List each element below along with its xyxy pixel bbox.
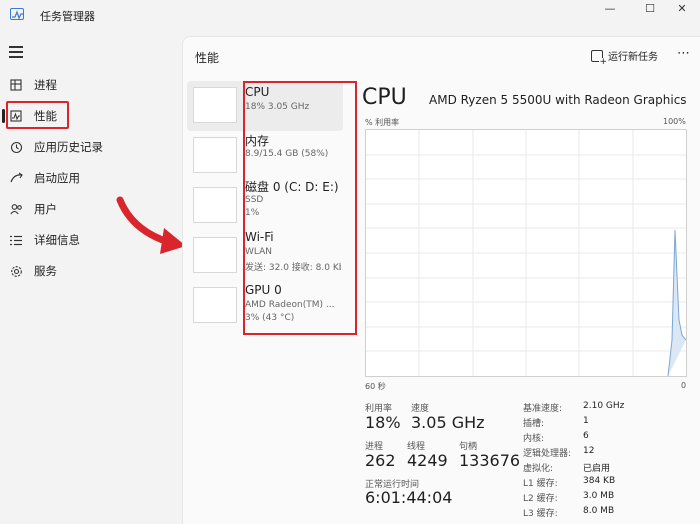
resource-name: Wi-Fi (245, 230, 274, 244)
active-item-highlight-box (6, 101, 69, 129)
spec-label: 虚拟化: (523, 464, 554, 474)
title-bar: 任务管理器 — ☐ ✕ (0, 0, 700, 32)
window-title: 任务管理器 (40, 10, 95, 23)
resource-name: 内存 (245, 134, 270, 148)
stat-value: 4249 (407, 451, 448, 470)
sidebar-item-label: 用户 (34, 202, 57, 216)
sidebar-item-app-history[interactable]: 应用历史记录 (0, 133, 182, 161)
run-task-label: 运行新任务 (608, 52, 658, 63)
spec-label: 基准速度: (523, 404, 563, 414)
hamburger-menu-icon[interactable] (9, 46, 23, 58)
spec-value: 384 KB (583, 476, 616, 486)
spec-label: L1 缓存: (523, 479, 558, 489)
sidebar-item-processes[interactable]: 进程 (0, 71, 182, 99)
processes-icon (9, 78, 23, 92)
more-options-button[interactable]: ⋯ (677, 46, 690, 61)
spec-label: 内核: (523, 434, 545, 444)
graph-max-label: 100% (663, 117, 686, 126)
resource-sub: 3% (43 °C) (245, 313, 295, 323)
spec-value: 1 (583, 416, 589, 426)
spec-value: 已启用 (583, 464, 611, 474)
resource-sub: WLAN (245, 247, 273, 257)
page-title: 性能 (195, 51, 220, 65)
task-manager-logo-icon (10, 8, 24, 20)
spec-label: L2 缓存: (523, 494, 558, 504)
sidebar-item-label: 应用历史记录 (34, 140, 103, 154)
resource-name: 磁盘 0 (C: D: E:) (245, 180, 339, 194)
sidebar-item-label: 进程 (34, 78, 57, 92)
spec-value: 6 (583, 431, 589, 441)
sidebar-item-label: 详细信息 (34, 233, 80, 247)
run-new-task-button[interactable]: 运行新任务 (591, 48, 658, 66)
resource-sub: 18% 3.05 GHz (245, 102, 310, 112)
main-panel: 性能 运行新任务 ⋯ CPU 18% 3.05 GHz 内存 8.9/15.4 … (182, 36, 700, 524)
gpu-thumbnail-graph (193, 287, 237, 323)
resource-sub: 发送: 32.0 接收: 8.0 Kb (245, 263, 341, 273)
maximize-button[interactable]: ☐ (632, 0, 668, 16)
spec-value: 2.10 GHz (583, 401, 625, 411)
close-button[interactable]: ✕ (664, 0, 700, 16)
sidebar-item-label: 启动应用 (34, 171, 80, 185)
memory-thumbnail-graph (193, 137, 237, 173)
resource-sub: AMD Radeon(TM) ... (245, 300, 335, 310)
spec-label: L3 缓存: (523, 509, 558, 519)
cpu-utilization-graph (365, 129, 687, 377)
resource-name: GPU 0 (245, 283, 282, 297)
minimize-button[interactable]: — (592, 0, 628, 16)
resource-sub: 1% (245, 208, 260, 218)
cpu-model-name: AMD Ryzen 5 5500U with Radeon Graphics (429, 93, 687, 107)
resource-name: CPU (245, 85, 270, 99)
new-task-icon (591, 49, 607, 66)
sidebar-item-label: 服务 (34, 264, 57, 278)
stat-value: 133676 (459, 451, 521, 470)
services-icon (9, 264, 23, 278)
startup-icon (9, 171, 23, 185)
details-icon (9, 233, 23, 247)
spec-value: 8.0 MB (583, 506, 615, 516)
spec-label: 逻辑处理器: (523, 449, 572, 459)
spec-value: 3.0 MB (583, 491, 615, 501)
spec-label: 插槽: (523, 419, 545, 429)
wifi-thumbnail-graph (193, 237, 237, 273)
spec-value: 12 (583, 446, 595, 456)
resource-sub: 8.9/15.4 GB (58%) (245, 149, 329, 159)
graph-y-label: % 利用率 (365, 118, 400, 127)
red-arrow-annotation (116, 196, 186, 254)
resource-sub: SSD (245, 195, 264, 205)
graph-time-right: 0 (681, 381, 687, 390)
sidebar-item-services[interactable]: 服务 (0, 257, 182, 285)
graph-time-left: 60 秒 (365, 382, 386, 391)
stat-value: 3.05 GHz (411, 413, 485, 432)
users-icon (9, 202, 23, 216)
stat-value: 6:01:44:04 (365, 488, 453, 507)
stat-value: 262 (365, 451, 396, 470)
sidebar-item-startup[interactable]: 启动应用 (0, 164, 182, 192)
stat-value: 18% (365, 413, 401, 432)
app-history-icon (9, 140, 23, 154)
detail-title: CPU (362, 85, 407, 110)
cpu-thumbnail-graph (193, 87, 237, 123)
disk-thumbnail-graph (193, 187, 237, 223)
